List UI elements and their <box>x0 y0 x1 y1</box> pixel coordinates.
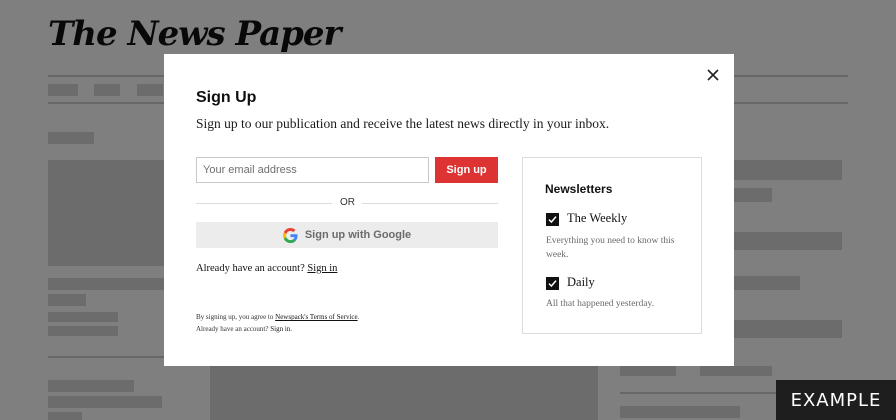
terms-of-service-link[interactable]: Newspack's Terms of Service <box>275 313 357 321</box>
checkmark-icon <box>548 280 557 288</box>
terms-line2-prefix: Already have an account? <box>196 325 269 333</box>
newsletter-name: The Weekly <box>567 211 628 225</box>
example-badge: EXAMPLE <box>776 380 896 420</box>
already-have-account: Already have an account? Sign in <box>196 263 337 274</box>
google-icon <box>282 227 298 243</box>
or-divider-label: OR <box>340 197 355 208</box>
close-icon <box>707 69 719 81</box>
or-divider-right <box>362 203 498 204</box>
newsletter-name: Daily <box>567 275 595 289</box>
sign-up-button[interactable]: Sign up <box>435 157 498 183</box>
terms-sign-in-link[interactable]: Sign in <box>270 325 290 333</box>
checkmark-icon <box>548 216 557 224</box>
or-divider-left <box>196 203 332 204</box>
newsletters-heading: Newsletters <box>545 182 613 196</box>
terms-line2-suffix: . <box>290 325 293 333</box>
terms-suffix: . <box>357 313 360 321</box>
signup-modal: Sign Up Sign up to our publication and r… <box>164 54 734 366</box>
sign-in-link[interactable]: Sign in <box>307 263 337 274</box>
newsletter-description: Everything you need to know this week. <box>546 236 675 260</box>
close-button[interactable] <box>704 66 722 84</box>
newsletter-checkbox-daily[interactable] <box>546 277 559 290</box>
newsletter-checkbox-weekly[interactable] <box>546 213 559 226</box>
google-signup-label: Sign up with Google <box>304 229 412 241</box>
modal-title: Sign Up <box>196 89 257 106</box>
modal-subtitle: Sign up to our publication and receive t… <box>196 116 610 131</box>
terms-notice: By signing up, you agree to Newspack's T… <box>196 311 359 335</box>
email-input[interactable] <box>196 157 429 183</box>
newsletter-description: All that happened yesterday. <box>546 299 655 309</box>
already-text: Already have an account? <box>196 263 305 274</box>
google-signup-button[interactable]: Sign up with Google <box>196 222 498 248</box>
newsletters-panel: Newsletters The Weekly Everything you ne… <box>522 157 702 334</box>
terms-prefix: By signing up, you agree to <box>196 313 274 321</box>
